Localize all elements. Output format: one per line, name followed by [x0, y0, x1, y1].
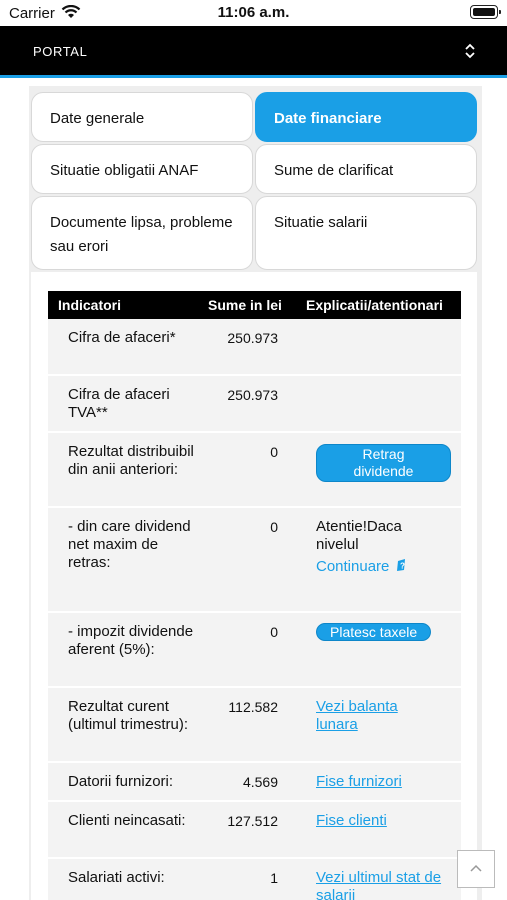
- row-value: 127.512: [227, 813, 278, 829]
- continue-link-wrapper: Continuare ?: [316, 558, 456, 576]
- table-row: - impozit dividende aferent (5%): 0 Plat…: [48, 613, 461, 688]
- vezi-balanta-link[interactable]: Vezi balanta lunara: [316, 698, 398, 733]
- row-label: - din care dividend net maxim de retras:: [68, 518, 191, 571]
- financial-data-panel: Indicatori Sume in lei Explicatii/atenti…: [31, 272, 477, 900]
- row-value: 1: [270, 870, 278, 886]
- table-row: Datorii furnizori: 4.569 Fise furnizori: [48, 763, 461, 802]
- info-icon[interactable]: ?: [396, 558, 407, 572]
- retrag-dividende-button[interactable]: Retrag dividende: [316, 444, 451, 482]
- row-note: Atentie!Daca nivelul Continuare ?: [316, 518, 456, 576]
- row-value: 0: [270, 624, 278, 640]
- row-link: Fise clienti: [316, 812, 456, 830]
- column-header-explicatii: Explicatii/atentionari: [306, 297, 443, 313]
- row-label: Rezultat curent (ultimul trimestru):: [68, 698, 189, 733]
- svg-text:?: ?: [400, 562, 405, 571]
- tab-situatie-salarii[interactable]: Situatie salarii: [255, 196, 477, 270]
- tab-label: Documente lipsa, probleme sau erori: [50, 214, 233, 255]
- table-row: Salariati activi: 1 Vezi ultimul stat de…: [48, 859, 461, 900]
- chevron-up-icon: [470, 864, 482, 872]
- vezi-stat-salarii-link[interactable]: Vezi ultimul stat de salarii: [316, 869, 441, 900]
- tab-label: Date financiare: [274, 110, 382, 127]
- row-label: Clienti neincasati:: [68, 812, 186, 829]
- table-row: Cifra de afaceri* 250.973: [48, 319, 461, 376]
- tab-documente-lipsa[interactable]: Documente lipsa, probleme sau erori: [31, 196, 253, 270]
- row-value: 250.973: [227, 330, 278, 346]
- expand-collapse-icon[interactable]: [463, 43, 477, 59]
- row-label: Salariati activi:: [68, 869, 165, 886]
- row-link: Vezi balanta lunara: [316, 698, 416, 734]
- row-label: - impozit dividende aferent (5%):: [68, 623, 194, 658]
- row-action: Platesc taxele: [316, 623, 456, 642]
- tab-label: Date generale: [50, 110, 145, 127]
- table-row: - din care dividend net maxim de retras:…: [48, 508, 461, 613]
- row-value: 250.973: [227, 387, 278, 403]
- table-row: Cifra de afaceri TVA** 250.973: [48, 376, 461, 433]
- column-header-sume: Sume in lei: [208, 297, 282, 313]
- row-value: 4.569: [242, 774, 278, 790]
- fise-furnizori-link[interactable]: Fise furnizori: [316, 773, 402, 790]
- column-header-indicatori: Indicatori: [58, 297, 122, 313]
- table-header: Indicatori Sume in lei Explicatii/atenti…: [48, 291, 461, 319]
- fise-clienti-link[interactable]: Fise clienti: [316, 812, 387, 829]
- row-value: 0: [270, 519, 278, 535]
- row-value: 112.582: [228, 699, 278, 715]
- table-row: Clienti neincasati: 127.512 Fise clienti: [48, 802, 461, 859]
- row-link: Vezi ultimul stat de salarii: [316, 869, 456, 900]
- status-bar: Carrier 11:06 a.m.: [0, 0, 507, 26]
- portal-title: PORTAL: [33, 44, 88, 59]
- tab-sume-de-clarificat[interactable]: Sume de clarificat: [255, 144, 477, 194]
- row-action: Retrag dividende: [316, 444, 451, 482]
- table-row: Rezultat curent (ultimul trimestru): 112…: [48, 688, 461, 763]
- row-label: Datorii furnizori:: [68, 773, 174, 790]
- continuare-link[interactable]: Continuare: [316, 558, 389, 575]
- clock: 11:06 a.m.: [217, 4, 290, 21]
- tab-date-financiare[interactable]: Date financiare: [255, 92, 477, 142]
- row-value: 0: [270, 444, 278, 460]
- row-label: Rezultat distribuibil din anii anteriori…: [68, 443, 194, 478]
- tab-label: Situatie obligatii ANAF: [50, 162, 199, 179]
- warning-text: Atentie!Daca nivelul: [316, 518, 402, 553]
- top-navigation-bar: PORTAL: [0, 26, 507, 78]
- row-label: Cifra de afaceri*: [68, 329, 176, 346]
- row-link: Fise furnizori: [316, 773, 456, 791]
- tab-label: Sume de clarificat: [274, 162, 394, 179]
- tab-label: Situatie salarii: [274, 214, 368, 231]
- table-row: Rezultat distribuibil din anii anteriori…: [48, 433, 461, 508]
- battery-icon: [470, 5, 501, 19]
- tab-situatie-obligatii-anaf[interactable]: Situatie obligatii ANAF: [31, 144, 253, 194]
- main-content: Date generale Date financiare Situatie o…: [29, 86, 482, 900]
- row-label: Cifra de afaceri TVA**: [68, 386, 170, 421]
- platesc-taxele-button[interactable]: Platesc taxele: [316, 623, 432, 641]
- tab-date-generale[interactable]: Date generale: [31, 92, 253, 142]
- scroll-to-top-button[interactable]: [457, 850, 495, 888]
